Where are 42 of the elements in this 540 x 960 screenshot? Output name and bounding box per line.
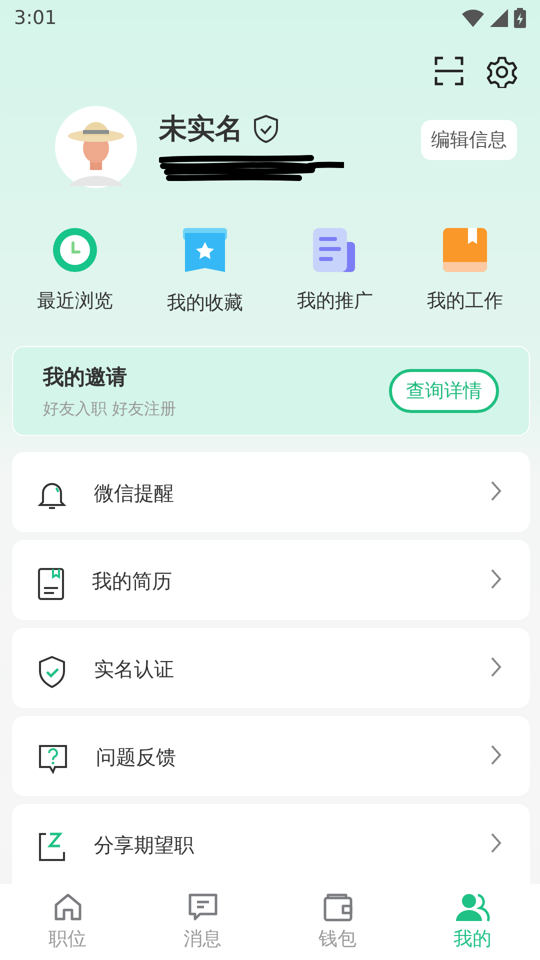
status-time: 3:01	[14, 7, 57, 29]
chevron-icon	[490, 656, 502, 678]
invite-subtitle: 好友入职 好友注册	[43, 398, 176, 420]
invite-title: 我的邀请	[43, 364, 128, 390]
shortcut-item[interactable]: 我的推广	[270, 228, 400, 316]
book-icon	[443, 228, 487, 272]
signal-icon	[490, 9, 508, 27]
message-icon	[188, 892, 218, 922]
home-icon	[52, 892, 82, 922]
wallet-icon	[322, 892, 352, 922]
shortcut-item[interactable]: 我的收藏	[140, 228, 270, 316]
document-icon	[313, 228, 357, 272]
share-icon	[38, 832, 66, 862]
bookmark-star-icon	[183, 228, 227, 274]
question-icon	[38, 744, 68, 774]
menu-label: 分享期望职	[94, 832, 195, 859]
edit-info-button[interactable]: 编辑信息	[421, 120, 517, 160]
chevron-icon	[490, 480, 502, 502]
chevron-icon	[490, 568, 502, 590]
settings-icon[interactable]	[486, 56, 518, 88]
shield-check-icon	[38, 656, 66, 688]
scan-icon[interactable]	[434, 56, 464, 86]
menu-item[interactable]: 我的简历	[12, 540, 530, 620]
menu-item[interactable]: 微信提醒	[12, 452, 530, 532]
menu-label: 我的简历	[92, 568, 173, 595]
clock-icon	[53, 228, 97, 272]
menu-item[interactable]: 实名认证	[12, 628, 530, 708]
shortcut-item[interactable]: 我的工作	[400, 228, 530, 316]
users-icon	[456, 892, 490, 922]
user-name: 未实名	[159, 111, 243, 147]
wifi-icon	[462, 9, 484, 27]
shortcut-item[interactable]: 最近浏览	[10, 228, 140, 316]
menu-item[interactable]: 问题反馈	[12, 716, 530, 796]
chevron-icon	[490, 832, 502, 854]
menu-label: 实名认证	[94, 656, 175, 683]
menu-label: 问题反馈	[96, 744, 177, 771]
battery-icon	[514, 8, 526, 28]
menu-item[interactable]: 分享期望职	[12, 804, 530, 884]
menu-label: 微信提醒	[94, 480, 175, 507]
chevron-icon	[490, 744, 502, 766]
bell-icon	[38, 480, 66, 510]
resume-icon	[38, 568, 64, 600]
